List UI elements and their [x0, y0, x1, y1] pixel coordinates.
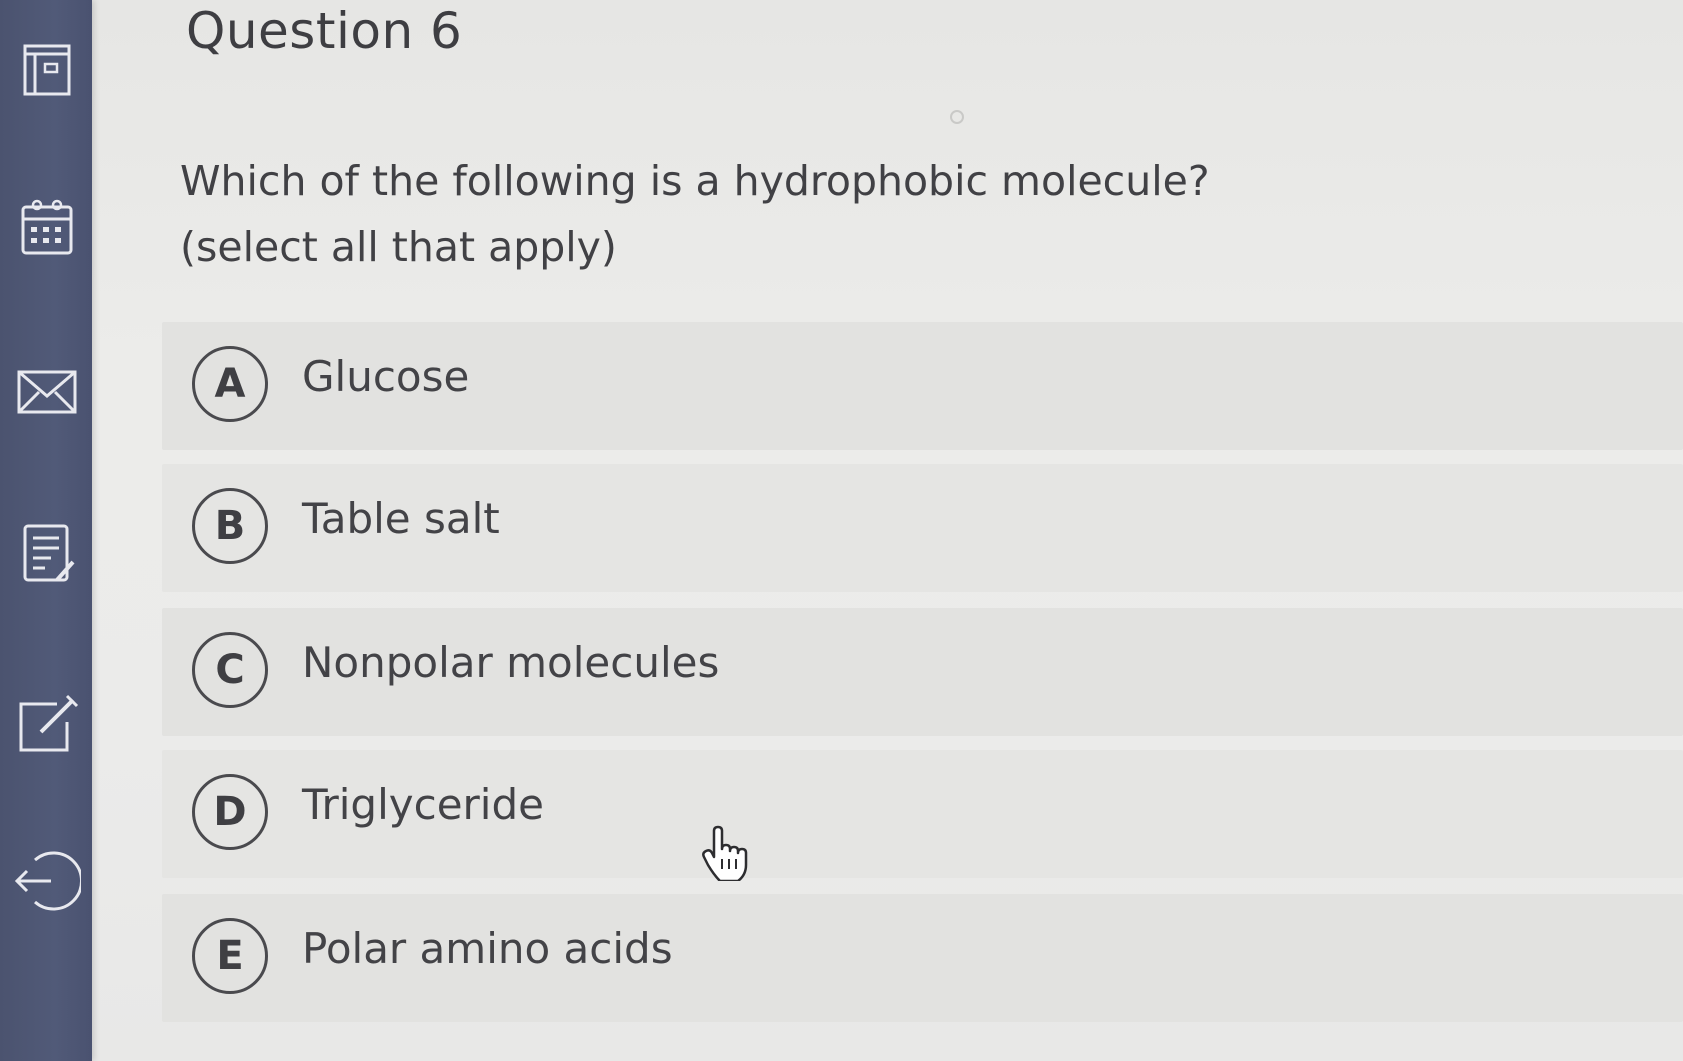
answer-option-d[interactable]: D Triglyceride — [162, 750, 1683, 878]
answer-option-e[interactable]: E Polar amino acids — [162, 894, 1683, 1022]
question-prompt-line: Which of the following is a hydrophobic … — [180, 157, 1210, 205]
question-instruction: (select all that apply) — [180, 223, 617, 271]
answer-label: Nonpolar molecules — [302, 638, 720, 687]
mail-icon — [17, 370, 77, 414]
sidebar-item-notes[interactable] — [0, 508, 92, 598]
calendar-icon — [21, 199, 73, 255]
layout-icon — [23, 44, 71, 96]
answer-letter-badge: C — [192, 632, 268, 708]
answer-letter-badge: A — [192, 346, 268, 422]
question-panel: Question 6 Which of the following is a h… — [92, 0, 1683, 1061]
answer-option-b[interactable]: B Table salt — [162, 464, 1683, 592]
answer-label: Table salt — [302, 494, 500, 543]
answer-option-c[interactable]: C Nonpolar molecules — [162, 608, 1683, 736]
sidebar-item-calendar[interactable] — [0, 185, 92, 275]
answer-label: Polar amino acids — [302, 924, 673, 973]
answer-label: Triglyceride — [302, 780, 544, 829]
notes-icon — [23, 524, 75, 582]
answer-letter-badge: B — [192, 488, 268, 564]
answer-option-a[interactable]: A Glucose — [162, 322, 1683, 450]
answer-letter-badge: D — [192, 774, 268, 850]
sidebar-item-layout[interactable] — [0, 24, 92, 114]
question-title: Question 6 — [186, 2, 463, 60]
answer-label: Glucose — [302, 352, 470, 401]
answer-letter-badge: E — [192, 918, 268, 994]
sidebar — [0, 0, 92, 1061]
sidebar-item-edit[interactable] — [0, 680, 92, 770]
sidebar-item-logout[interactable] — [0, 836, 92, 926]
edit-icon — [19, 694, 79, 752]
question-prompt: Which of the following is a hydrophobic … — [180, 148, 1210, 280]
sidebar-item-mail[interactable] — [0, 348, 92, 438]
logout-icon — [14, 851, 81, 911]
